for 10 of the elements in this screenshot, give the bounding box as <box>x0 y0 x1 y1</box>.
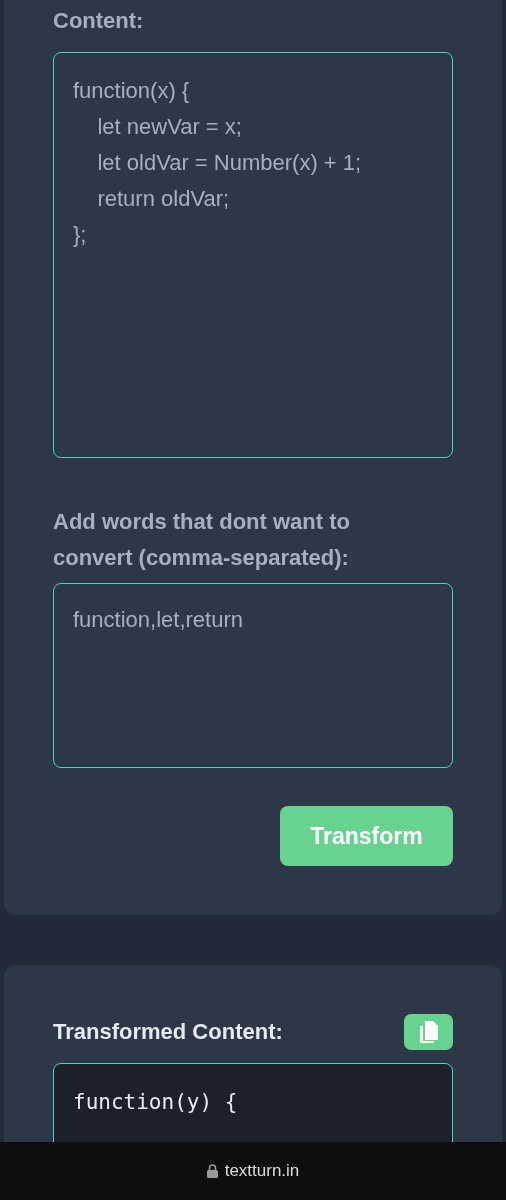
content-label: Content: <box>53 8 145 34</box>
code-line: function(y) { <box>73 1089 238 1116</box>
url-text[interactable]: textturn.in <box>224 1161 300 1181</box>
exclude-words-label: Add words that dont want to convert (comma-separated): <box>53 508 351 572</box>
exclude-words-field[interactable]: function,let,return <box>53 583 453 768</box>
copy-button[interactable] <box>404 1014 453 1050</box>
content-field[interactable]: function(x) { let newVar = x; let oldVar = Number(x) + 1; return oldVar; }; <box>53 52 453 458</box>
output-label: Transformed Content: <box>53 1019 283 1045</box>
lock-icon <box>206 1164 218 1178</box>
copy-icon <box>418 1020 439 1044</box>
